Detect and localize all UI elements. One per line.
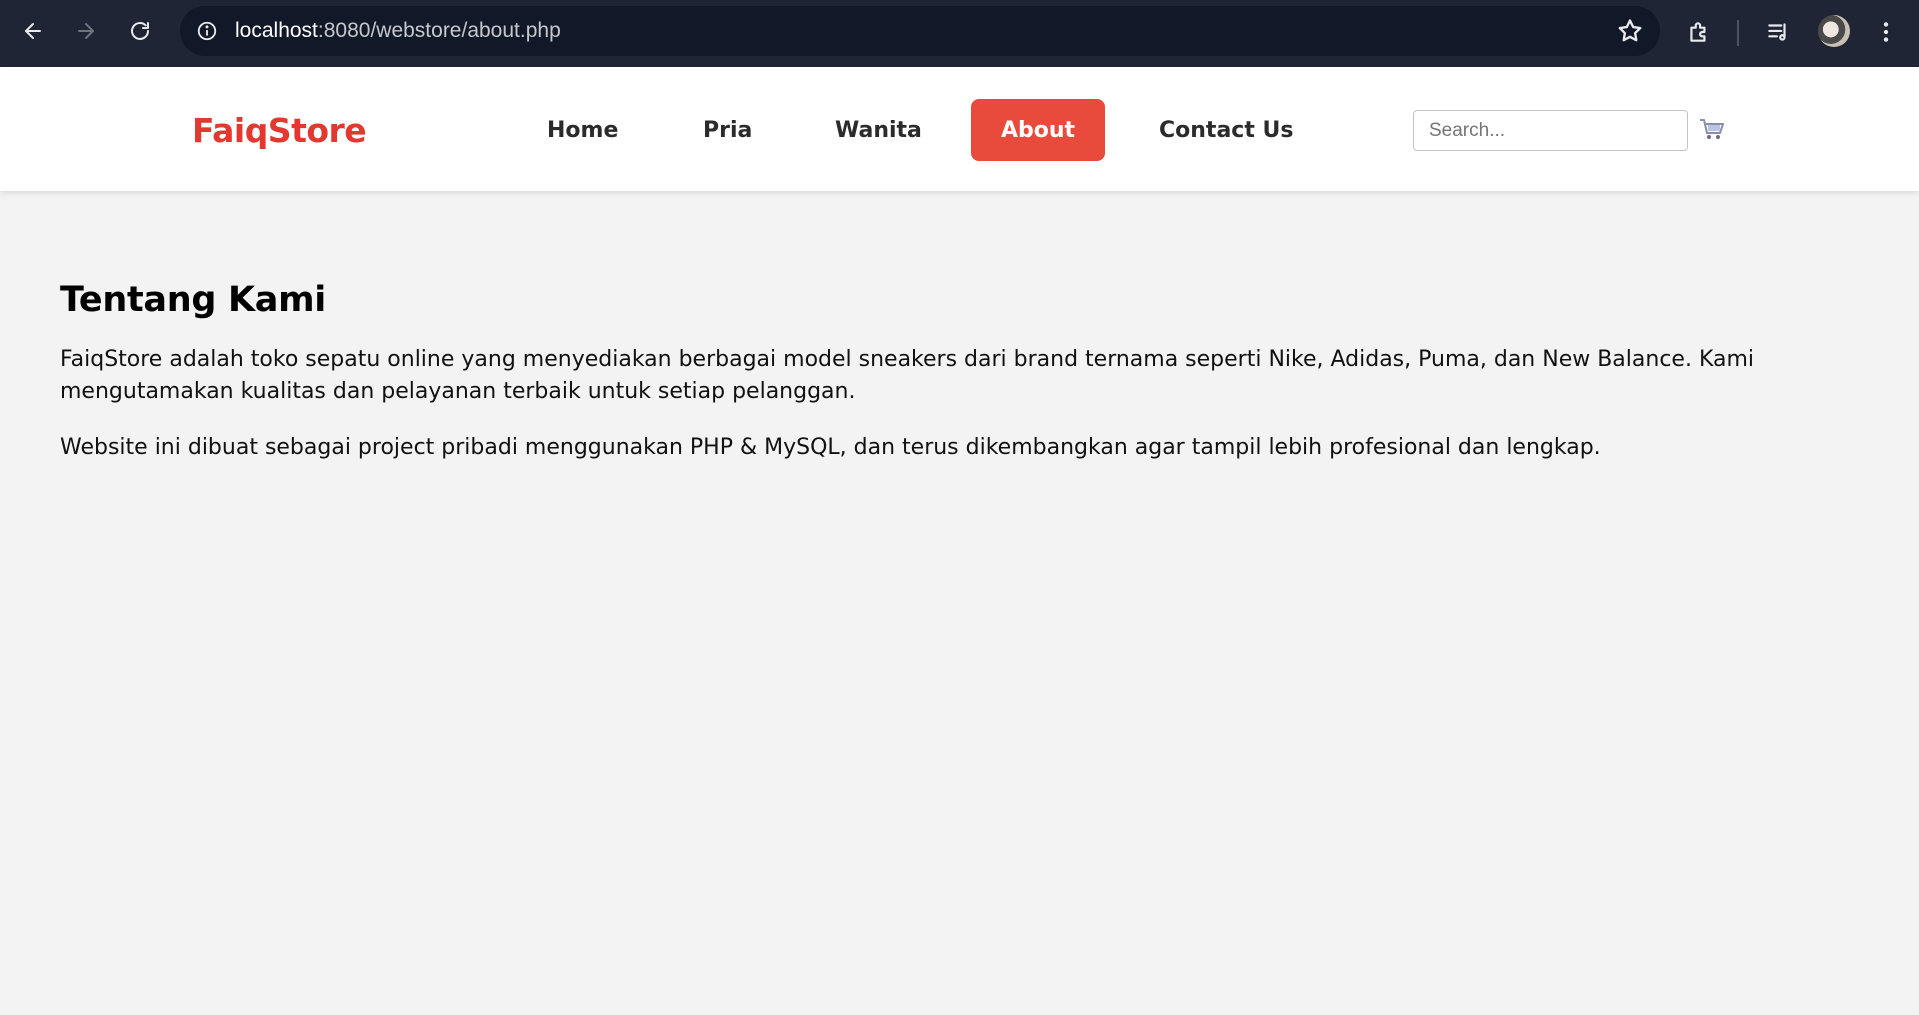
cart-icon[interactable] [1698, 115, 1726, 143]
browser-toolbar: localhost:8080/webstore/about.php [0, 0, 1919, 67]
profile-avatar[interactable] [1818, 15, 1850, 47]
page-title: Tentang Kami [60, 280, 326, 320]
search-input[interactable] [1413, 110, 1688, 151]
url-host: localhost [235, 19, 318, 42]
extensions-icon[interactable] [1681, 14, 1717, 50]
about-paragraph-1: FaiqStore adalah toko sepatu online yang… [60, 347, 1755, 404]
about-paragraph-2: Website ini dibuat sebagai project priba… [60, 435, 1601, 460]
reload-icon[interactable] [122, 13, 158, 49]
url-path: :8080/webstore/about.php [317, 19, 561, 42]
back-icon[interactable] [15, 13, 51, 49]
toolbar-divider [1737, 20, 1739, 46]
nav-home[interactable]: Home [517, 99, 648, 161]
nav-wanita[interactable]: Wanita [805, 99, 952, 161]
address-bar[interactable]: localhost:8080/webstore/about.php [180, 6, 1660, 56]
media-icon[interactable] [1760, 14, 1796, 50]
menu-kebab-icon[interactable] [1868, 14, 1904, 50]
nav-about[interactable]: About [971, 99, 1106, 161]
address-url[interactable]: localhost:8080/webstore/about.php [235, 19, 561, 43]
site-info-icon[interactable] [194, 18, 220, 44]
about-section: Tentang Kami FaiqStore adalah toko sepat… [60, 280, 1860, 464]
forward-icon[interactable] [68, 13, 104, 49]
nav-pria[interactable]: Pria [673, 99, 782, 161]
star-icon[interactable] [1616, 17, 1644, 45]
site-logo[interactable]: FaiqStore [192, 111, 367, 150]
site-header: FaiqStore Home Pria Wanita About Contact… [0, 67, 1919, 191]
nav-contact-us[interactable]: Contact Us [1129, 99, 1323, 161]
